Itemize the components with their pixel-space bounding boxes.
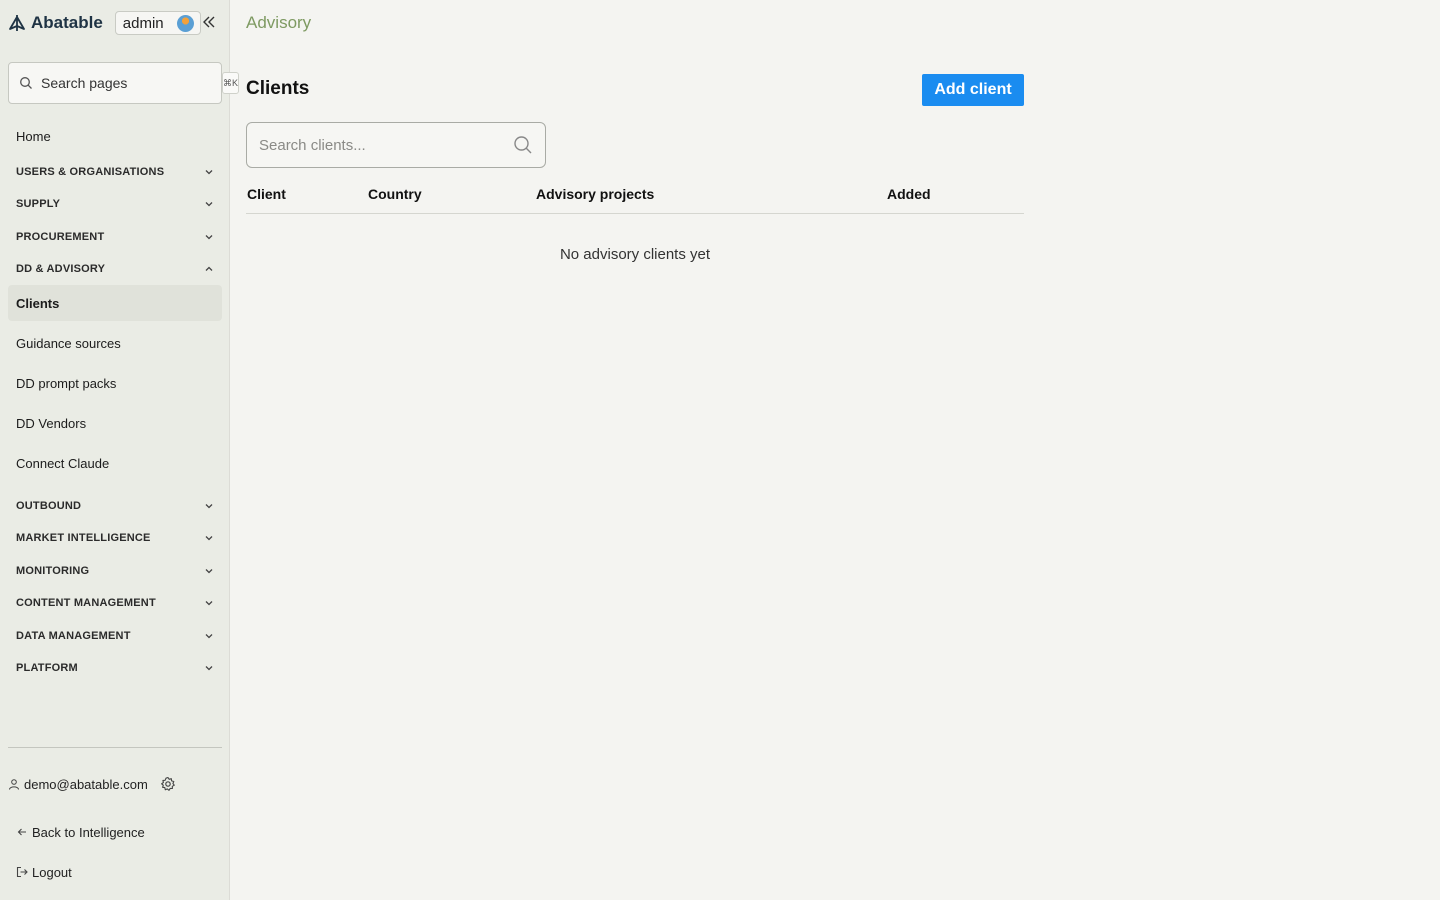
sidebar-item-dd-prompt-packs[interactable]: DD prompt packs [8,365,222,401]
search-pages-box[interactable]: ⌘K [8,62,240,104]
shortcut-hint: ⌘K [222,72,240,94]
column-header-advisory-projects[interactable]: Advisory projects [536,186,654,202]
sidebar: Abatable admin ⌘K Home USERS & ORGANISAT… [0,0,240,900]
sidebar-item-label: DD Vendors [16,415,87,431]
section-label: USERS & ORGANISATIONS [16,166,165,178]
chevron-up-icon [204,264,214,274]
brand-row: Abatable admin [8,11,201,35]
search-clients-box[interactable] [246,122,546,168]
sidebar-section-users-organisations[interactable]: USERS & ORGANISATIONS [8,160,222,184]
logout-icon [16,866,28,878]
sidebar-section-content-management[interactable]: CONTENT MANAGEMENT [8,591,222,615]
chevron-down-icon [204,663,214,673]
chevron-down-icon [204,533,214,543]
sidebar-item-label: DD prompt packs [16,375,117,391]
add-client-button[interactable]: Add client [922,74,1024,106]
section-label: PLATFORM [16,662,78,674]
role-label: admin [122,14,164,32]
settings-button[interactable] [160,776,176,792]
page-title: Clients [246,78,310,99]
brand-name: Abatable [31,13,103,32]
abatable-logo[interactable]: Abatable [8,13,103,33]
chevrons-left-icon [203,16,215,28]
empty-state-message: No advisory clients yet [559,246,711,263]
search-clients-input[interactable] [259,136,513,154]
clients-table-header: Client Country Advisory projects Added [246,181,1024,214]
abatable-logo-icon [9,15,25,31]
sidebar-item-dd-vendors[interactable]: DD Vendors [8,405,222,441]
user-row: demo@abatable.com [8,773,176,795]
back-link-label: Back to Intelligence [32,824,145,840]
sidebar-section-procurement[interactable]: PROCUREMENT [8,225,222,249]
breadcrumb[interactable]: Advisory [246,13,311,33]
search-icon [19,76,33,90]
arrow-left-icon [16,826,28,838]
chevron-down-icon [204,167,214,177]
chevron-down-icon [204,566,214,576]
sidebar-section-outbound[interactable]: OUTBOUND [8,494,222,518]
avatar [176,14,194,32]
chevron-down-icon [204,598,214,608]
section-label: MONITORING [16,565,90,577]
sidebar-section-market-intelligence[interactable]: MARKET INTELLIGENCE [8,526,222,550]
chevron-down-icon [204,199,214,209]
column-header-country[interactable]: Country [368,186,422,202]
sidebar-section-monitoring[interactable]: MONITORING [8,559,222,583]
gear-icon [160,776,175,791]
role-switcher[interactable]: admin [114,11,201,35]
chevron-down-icon [204,631,214,641]
section-label: PROCUREMENT [16,231,105,243]
section-label: OUTBOUND [16,500,82,512]
section-label: MARKET INTELLIGENCE [16,532,151,544]
sidebar-item-label: Home [16,128,51,144]
chevron-down-icon [204,501,214,511]
sidebar-item-clients[interactable]: Clients [8,285,222,321]
back-to-intelligence-link[interactable]: Back to Intelligence [16,822,145,842]
sidebar-item-connect-claude[interactable]: Connect Claude [8,445,222,481]
column-header-added[interactable]: Added [887,186,931,202]
section-label: DATA MANAGEMENT [16,630,131,642]
sidebar-divider [8,747,222,748]
section-label: CONTENT MANAGEMENT [16,597,156,609]
sidebar-item-home[interactable]: Home [8,118,222,154]
sidebar-item-label: Clients [16,295,60,311]
collapse-sidebar-button[interactable] [200,13,218,31]
sidebar-item-label: Guidance sources [16,335,121,351]
user-icon [8,778,20,790]
logout-link[interactable]: Logout [16,862,72,882]
sidebar-section-dd-advisory[interactable]: DD & ADVISORY [8,257,222,281]
section-label: DD & ADVISORY [16,263,106,275]
sidebar-section-platform[interactable]: PLATFORM [8,656,222,680]
sidebar-item-guidance-sources[interactable]: Guidance sources [8,325,222,361]
chevron-down-icon [204,232,214,242]
sidebar-section-data-management[interactable]: DATA MANAGEMENT [8,624,222,648]
search-pages-input[interactable] [41,75,222,91]
search-icon [513,135,533,155]
user-email: demo@abatable.com [24,776,148,792]
column-header-client[interactable]: Client [247,186,286,202]
sidebar-item-label: Connect Claude [16,455,110,471]
logout-label: Logout [32,864,72,880]
sidebar-section-supply[interactable]: SUPPLY [8,192,222,216]
section-label: SUPPLY [16,198,61,210]
